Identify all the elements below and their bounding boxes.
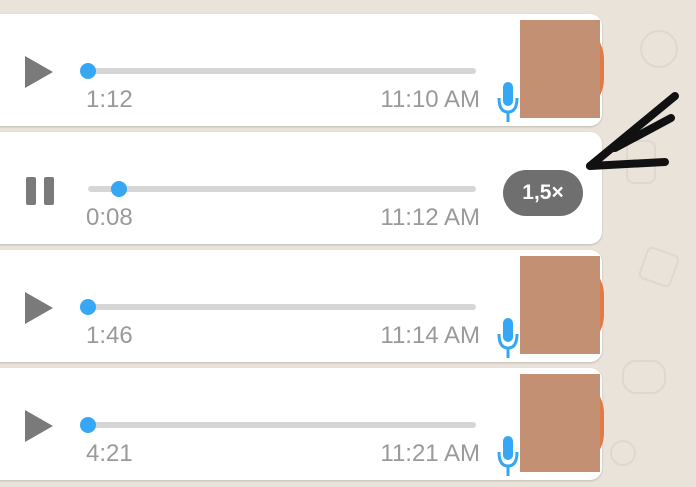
progress-track[interactable] <box>80 63 476 79</box>
duration-label: 4:21 <box>86 440 133 467</box>
wallpaper-doodle <box>610 440 636 466</box>
voice-message-bubble: 0:08 11:12 AM 1,5× <box>0 132 602 244</box>
voice-message-bubble: 4:21 11:21 AM <box>0 368 604 480</box>
duration-label: 1:12 <box>86 86 133 113</box>
progress-track[interactable] <box>80 299 476 315</box>
voice-message-bubble: 1:46 11:14 AM <box>0 250 604 362</box>
timestamp-label: 11:10 AM <box>380 86 480 113</box>
progress-knob[interactable] <box>80 299 96 315</box>
progress-knob[interactable] <box>80 63 96 79</box>
voice-message-bubble: 1:12 11:10 AM <box>0 14 604 126</box>
wallpaper-doodle <box>640 30 678 68</box>
progress-track[interactable] <box>88 181 476 197</box>
avatar-censor-block <box>520 256 600 354</box>
timestamp-label: 11:12 AM <box>380 204 480 231</box>
progress-knob[interactable] <box>80 417 96 433</box>
timestamp-label: 11:14 AM <box>380 322 480 349</box>
pause-icon[interactable] <box>26 177 54 205</box>
duration-label: 1:46 <box>86 322 133 349</box>
wallpaper-doodle <box>622 360 666 394</box>
hand-drawn-arrow-annotation <box>586 92 679 170</box>
play-icon[interactable] <box>25 410 53 442</box>
play-icon[interactable] <box>25 292 53 324</box>
avatar-censor-block <box>520 374 600 472</box>
mic-icon <box>497 436 519 476</box>
duration-label: 0:08 <box>86 204 133 231</box>
play-icon[interactable] <box>25 56 53 88</box>
progress-track[interactable] <box>80 417 476 433</box>
wallpaper-doodle <box>637 245 681 289</box>
progress-knob[interactable] <box>111 181 128 197</box>
playback-speed-button[interactable]: 1,5× <box>503 170 583 216</box>
mic-icon <box>497 82 519 122</box>
timestamp-label: 11:21 AM <box>380 440 480 467</box>
mic-icon <box>497 318 519 358</box>
